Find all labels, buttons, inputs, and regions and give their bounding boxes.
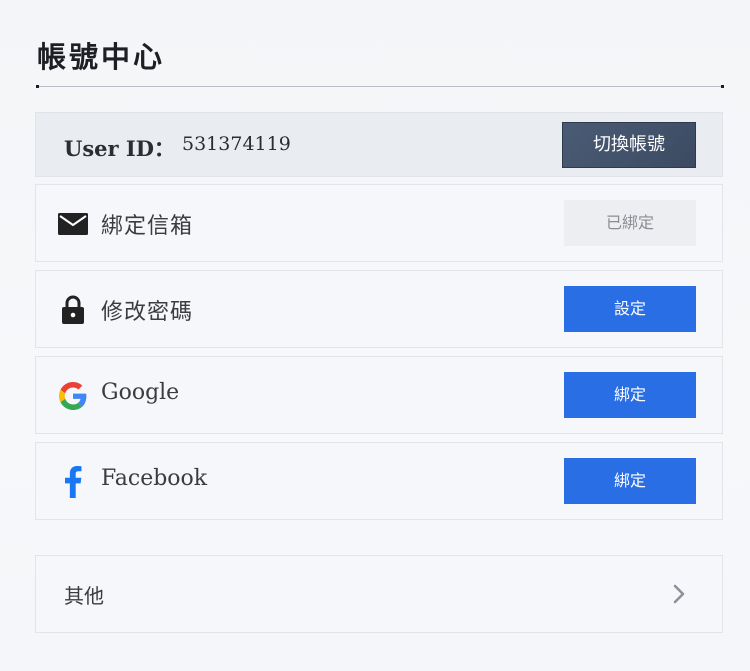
facebook-label: Facebook bbox=[101, 466, 208, 491]
bind-google-button[interactable]: 綁定 bbox=[564, 372, 696, 418]
user-id-value: 531374119 bbox=[182, 133, 291, 155]
mail-icon bbox=[58, 209, 88, 239]
google-row: Google 綁定 bbox=[35, 356, 723, 434]
lock-icon bbox=[58, 295, 88, 325]
account-center-page: 帳號中心 User ID： 531374119 切換帳號 綁定信箱 已綁定 修改… bbox=[0, 0, 750, 671]
email-bound-button[interactable]: 已綁定 bbox=[564, 200, 696, 246]
switch-account-button[interactable]: 切換帳號 bbox=[562, 122, 696, 168]
google-label: Google bbox=[101, 380, 180, 405]
facebook-icon bbox=[58, 466, 88, 498]
user-id-row: User ID： 531374119 切換帳號 bbox=[35, 112, 723, 177]
bind-email-row: 綁定信箱 已綁定 bbox=[35, 184, 723, 262]
google-icon bbox=[58, 381, 88, 411]
other-label: 其他 bbox=[64, 584, 104, 608]
bind-email-label: 綁定信箱 bbox=[101, 214, 194, 239]
change-password-row: 修改密碼 設定 bbox=[35, 270, 723, 348]
bind-facebook-button[interactable]: 綁定 bbox=[564, 458, 696, 504]
set-password-button[interactable]: 設定 bbox=[564, 286, 696, 332]
other-row[interactable]: 其他 bbox=[35, 555, 723, 633]
user-id-label: User ID： bbox=[64, 136, 175, 161]
page-title: 帳號中心 bbox=[37, 40, 166, 74]
change-password-label: 修改密碼 bbox=[101, 300, 194, 325]
title-divider bbox=[36, 85, 724, 88]
facebook-row: Facebook 綁定 bbox=[35, 442, 723, 520]
chevron-right-icon[interactable] bbox=[668, 583, 690, 605]
